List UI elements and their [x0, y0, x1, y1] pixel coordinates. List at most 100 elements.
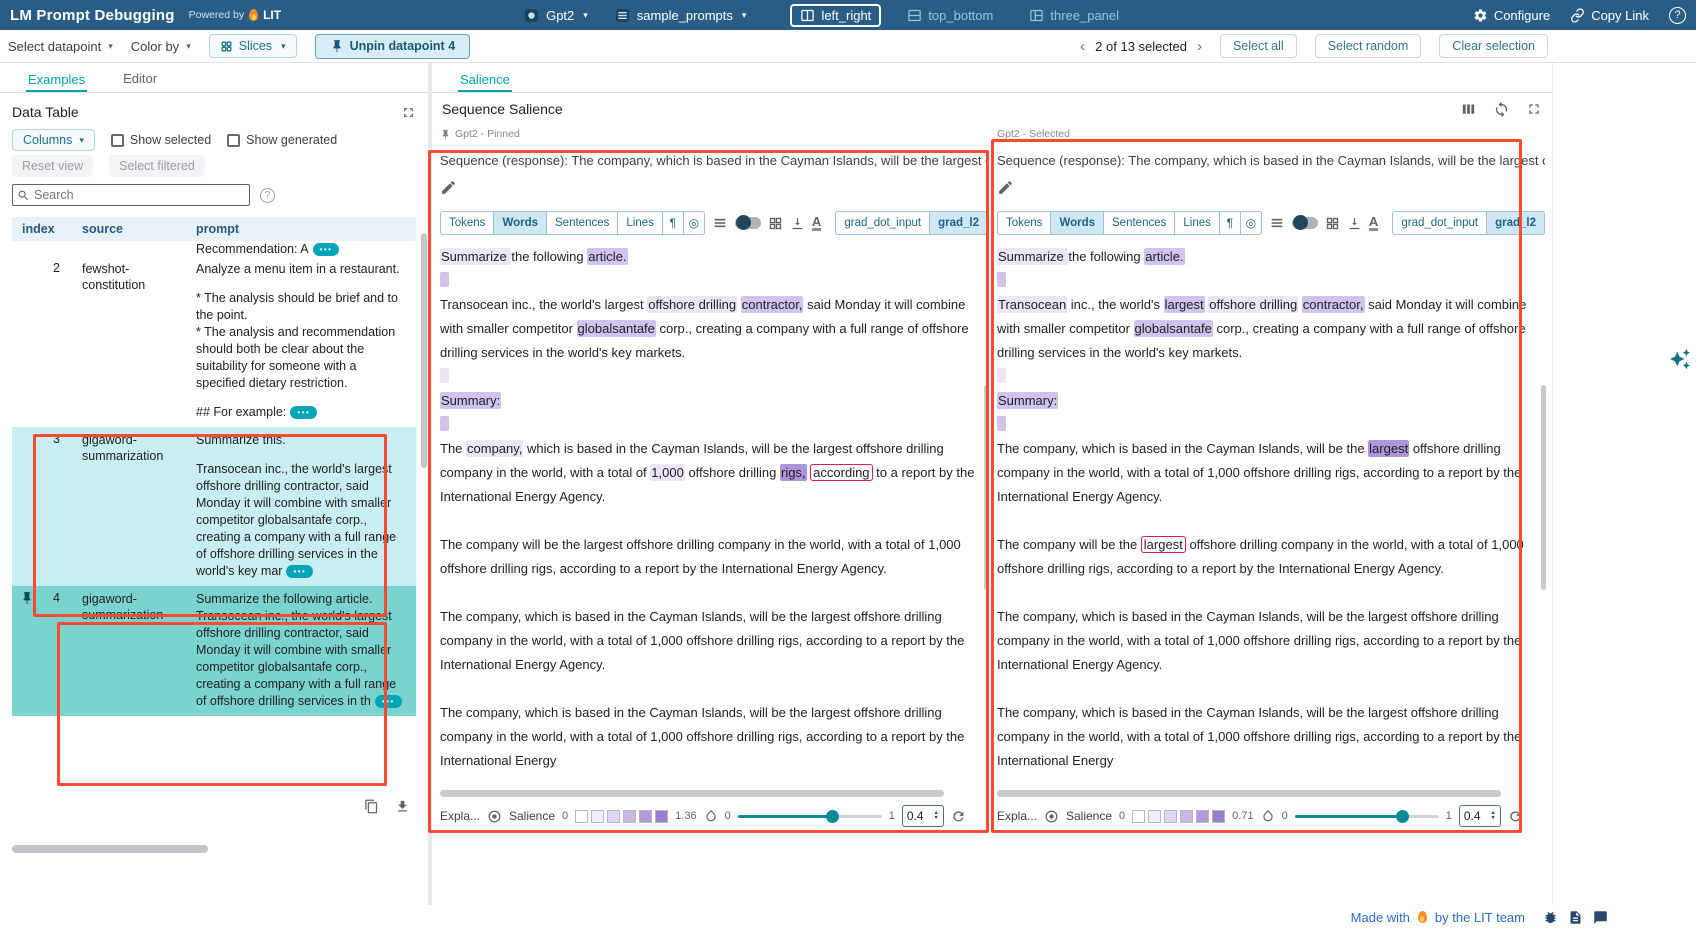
sparkle-icon[interactable]	[1669, 348, 1691, 370]
sync-icon[interactable]	[1493, 101, 1510, 118]
colormap-icon[interactable]	[487, 809, 502, 824]
table-row[interactable]: Recommendation: A•••	[12, 241, 416, 256]
salience-token[interactable]: rigs,	[780, 464, 807, 481]
next-datapoint-icon[interactable]: ›	[1197, 39, 1202, 54]
salience-token[interactable]: inc., the world's	[1067, 297, 1163, 312]
granularity-words[interactable]: Words	[493, 211, 547, 235]
scale-swatch[interactable]	[591, 810, 604, 823]
scrollbar-thumb[interactable]	[997, 790, 1501, 797]
more-icon[interactable]: •••	[375, 695, 402, 708]
search-box[interactable]	[12, 184, 250, 206]
select-random-button[interactable]: Select random	[1315, 34, 1422, 58]
column-header-prompt[interactable]: prompt	[188, 222, 416, 236]
density-toggle[interactable]	[1292, 217, 1318, 229]
salience-token[interactable]: offshore drilling	[647, 296, 737, 313]
salience-token[interactable]: contractor,	[1302, 296, 1365, 313]
salience-token[interactable]: company,	[466, 440, 523, 457]
scale-swatch[interactable]	[639, 810, 652, 823]
salience-token[interactable]: The company will be the	[997, 537, 1141, 552]
spinner-arrows-icon[interactable]: ▲▼	[1490, 811, 1495, 821]
slider-thumb[interactable]	[1396, 810, 1409, 823]
select-datapoint-dropdown[interactable]: Select datapoint▾	[8, 39, 113, 54]
salience-token[interactable]	[440, 272, 449, 287]
maximize-icon[interactable]	[401, 105, 416, 120]
salience-token[interactable]	[997, 368, 1006, 383]
help-icon[interactable]: ?	[1669, 7, 1686, 24]
salience-token[interactable]: article.	[587, 248, 627, 265]
colormap-icon[interactable]	[1044, 809, 1059, 824]
layout-left-right[interactable]: left_right	[790, 4, 881, 27]
select-all-button[interactable]: Select all	[1220, 34, 1297, 58]
salience-token[interactable]: according	[810, 464, 872, 481]
salience-token[interactable]: largest	[1368, 440, 1409, 457]
paragraph-icon[interactable]: ¶	[1219, 211, 1241, 235]
scale-swatch[interactable]	[1164, 810, 1177, 823]
salience-token[interactable]: The company, which is based in the Cayma…	[440, 705, 964, 768]
font-size-icon[interactable]: A	[1369, 215, 1378, 231]
scale-swatch[interactable]	[1148, 810, 1161, 823]
scrollbar-thumb[interactable]	[440, 790, 944, 797]
salience-token[interactable]: Transocean	[997, 296, 1067, 313]
salience-token[interactable]: The company, which is based in the Cayma…	[997, 441, 1368, 456]
layout-top-bottom[interactable]: top_bottom	[897, 4, 1003, 27]
scrollbar-thumb[interactable]	[12, 845, 208, 853]
salience-token[interactable]: 1,000	[650, 464, 685, 481]
intensity-slider[interactable]	[738, 809, 882, 824]
salience-token[interactable]: globalsantafe	[1134, 320, 1213, 337]
select-filtered-button[interactable]: Select filtered	[109, 155, 205, 177]
horizontal-scrollbar[interactable]	[12, 845, 416, 853]
clear-selection-button[interactable]: Clear selection	[1439, 34, 1548, 58]
scale-swatch[interactable]	[655, 810, 668, 823]
maximize-icon[interactable]	[1526, 101, 1542, 117]
intensity-slider[interactable]	[1295, 809, 1439, 824]
horizontal-scrollbar[interactable]	[440, 790, 988, 798]
scale-swatch[interactable]	[1132, 810, 1145, 823]
columns-icon[interactable]	[1460, 101, 1477, 118]
explanation-label[interactable]: Expla...	[997, 809, 1037, 823]
method-grad-l2[interactable]: grad_l2	[1486, 211, 1545, 235]
color-by-dropdown[interactable]: Color by▾	[131, 39, 191, 54]
salience-token[interactable]: The company, which is based in the Cayma…	[997, 705, 1521, 768]
show-tokens-icon[interactable]: ◎	[683, 211, 705, 235]
horizontal-scrollbar[interactable]	[997, 790, 1545, 798]
dataset-selector[interactable]: sample_prompts▾	[614, 7, 747, 24]
granularity-lines[interactable]: Lines	[617, 211, 663, 235]
salience-token[interactable]: The company will be the largest offshore…	[440, 537, 961, 576]
salience-token[interactable]: article.	[1144, 248, 1184, 265]
more-icon[interactable]: •••	[290, 406, 317, 419]
salience-token[interactable]	[997, 272, 1006, 287]
salience-token[interactable]: Summarize	[997, 248, 1068, 265]
salience-token[interactable]: contractor,	[741, 296, 804, 313]
column-header-index[interactable]: index	[12, 222, 76, 236]
copy-icon[interactable]	[364, 799, 379, 814]
table-row[interactable]: 2fewshot-constitutionAnalyze a menu item…	[12, 256, 416, 427]
grid-view-icon[interactable]	[1325, 216, 1340, 231]
table-help-icon[interactable]: ?	[260, 188, 275, 203]
scale-swatch[interactable]	[1196, 810, 1209, 823]
prev-datapoint-icon[interactable]: ‹	[1080, 39, 1085, 54]
salience-token[interactable]	[440, 368, 449, 383]
grid-view-icon[interactable]	[768, 216, 783, 231]
salience-token[interactable]: offshore drilling	[685, 465, 780, 480]
salience-token[interactable]: largest	[1164, 296, 1205, 313]
slider-thumb[interactable]	[826, 810, 839, 823]
menu-icon[interactable]	[1269, 215, 1285, 231]
scale-swatch[interactable]	[607, 810, 620, 823]
vertical-scrollbar[interactable]	[984, 385, 989, 590]
threshold-input[interactable]: 0.4▲▼	[1459, 805, 1501, 827]
edit-icon[interactable]	[440, 179, 457, 196]
more-icon[interactable]: •••	[286, 565, 313, 578]
scale-swatch[interactable]	[575, 810, 588, 823]
vertical-align-icon[interactable]	[790, 216, 805, 231]
salience-token[interactable]: The company, which is based in the Cayma…	[997, 609, 1521, 672]
configure-button[interactable]: Configure	[1473, 8, 1550, 23]
explanation-label[interactable]: Expla...	[440, 809, 480, 823]
salience-token[interactable]: globalsantafe	[577, 320, 656, 337]
salience-token[interactable]: offshore drilling	[1208, 296, 1298, 313]
docs-icon[interactable]	[1568, 910, 1583, 925]
table-row[interactable]: 4gigaword-summarizationSummarize the fol…	[12, 586, 416, 716]
vertical-scrollbar[interactable]	[1541, 385, 1546, 590]
salience-token[interactable]: the following	[511, 249, 587, 264]
salience-token[interactable]	[997, 416, 1006, 431]
granularity-sentences[interactable]: Sentences	[1103, 211, 1175, 235]
